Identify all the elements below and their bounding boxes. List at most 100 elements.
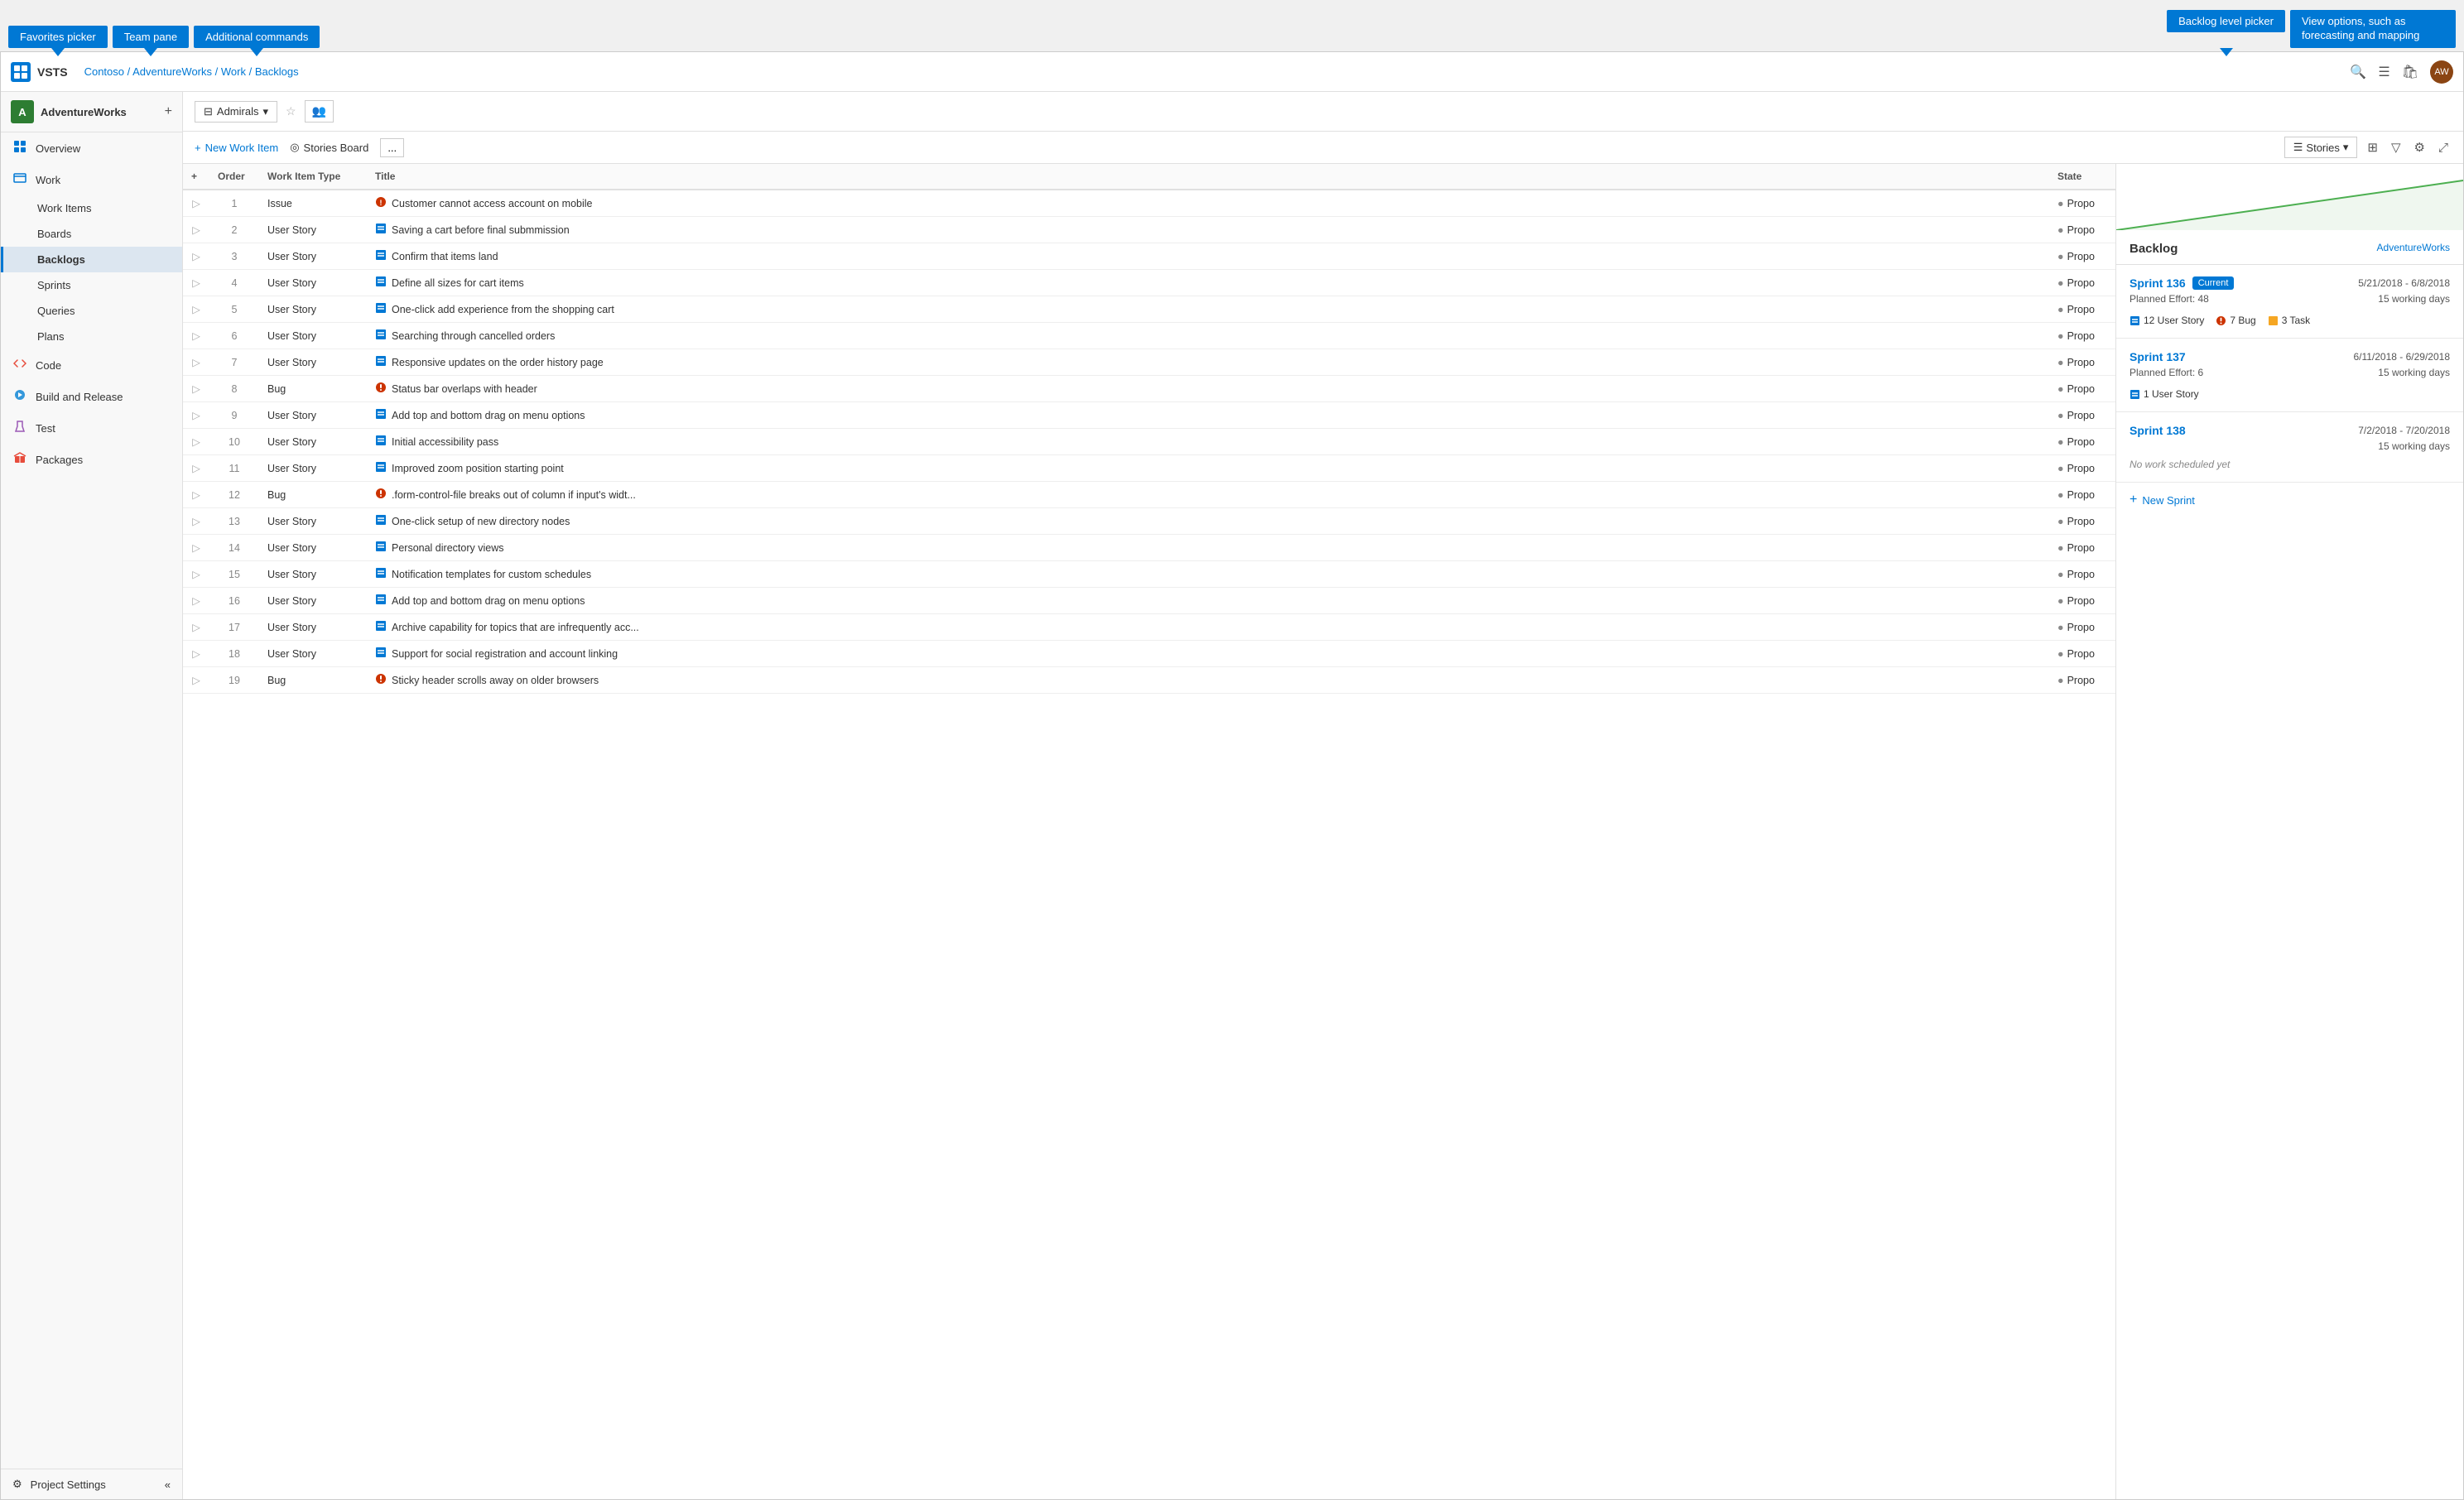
sidebar-item-code[interactable]: Code (1, 349, 182, 381)
expand-cell[interactable]: ▷ (183, 641, 209, 667)
table-row[interactable]: ▷8BugStatus bar overlaps with header●Pro… (183, 376, 2115, 402)
sprint-name[interactable]: Sprint 138 (2130, 424, 2186, 437)
stories-picker[interactable]: ☰ Stories ▾ (2284, 137, 2358, 158)
sidebar-item-queries[interactable]: Queries (1, 298, 182, 324)
title-cell[interactable]: Sticky header scrolls away on older brow… (367, 667, 2049, 694)
title-cell[interactable]: Add top and bottom drag on menu options (367, 588, 2049, 614)
view-options-icon[interactable]: ⊞ (2364, 137, 2381, 158)
expand-cell[interactable]: ▷ (183, 667, 209, 694)
view-options-button[interactable]: View options, such as forecasting and ma… (2290, 10, 2456, 48)
breadcrumb-contoso[interactable]: Contoso (84, 65, 124, 78)
expand-cell[interactable]: ▷ (183, 376, 209, 402)
backlog-level-picker-button[interactable]: Backlog level picker (2167, 10, 2285, 32)
table-row[interactable]: ▷2User StorySaving a cart before final s… (183, 217, 2115, 243)
more-button[interactable]: ... (380, 138, 404, 157)
team-pane-button[interactable]: Team pane (113, 26, 189, 48)
table-row[interactable]: ▷15User StoryNotification templates for … (183, 561, 2115, 588)
title-cell[interactable]: One-click add experience from the shoppi… (367, 296, 2049, 323)
sprint-item-count[interactable]: 1 User Story (2130, 388, 2199, 400)
favorites-picker-button[interactable]: Favorites picker (8, 26, 108, 48)
col-type[interactable]: Work Item Type (259, 164, 367, 190)
sidebar-item-test[interactable]: Test (1, 412, 182, 444)
sprint-item-count[interactable]: 3 Task (2268, 315, 2310, 326)
title-cell[interactable]: .form-control-file breaks out of column … (367, 482, 2049, 508)
table-row[interactable]: ▷9User StoryAdd top and bottom drag on m… (183, 402, 2115, 429)
add-project-icon[interactable]: + (165, 104, 172, 119)
sprint-name[interactable]: Sprint 137 (2130, 350, 2186, 363)
expand-cell[interactable]: ▷ (183, 588, 209, 614)
filter-icon[interactable]: ▽ (2388, 137, 2404, 158)
sidebar-item-sprints[interactable]: Sprints (1, 272, 182, 298)
table-row[interactable]: ▷11User StoryImproved zoom position star… (183, 455, 2115, 482)
new-work-item-button[interactable]: + New Work Item (195, 139, 278, 156)
expand-cell[interactable]: ▷ (183, 614, 209, 641)
expand-icon[interactable]: ⤢ (2435, 137, 2452, 158)
table-row[interactable]: ▷5User StoryOne-click add experience fro… (183, 296, 2115, 323)
breadcrumb-work[interactable]: Work (221, 65, 246, 78)
table-row[interactable]: ▷4User StoryDefine all sizes for cart it… (183, 270, 2115, 296)
additional-commands-button[interactable]: Additional commands (194, 26, 320, 48)
collapse-icon[interactable]: « (165, 1478, 171, 1491)
sidebar-item-plans[interactable]: Plans (1, 324, 182, 349)
expand-cell[interactable]: ▷ (183, 402, 209, 429)
expand-cell[interactable]: ▷ (183, 429, 209, 455)
expand-cell[interactable]: ▷ (183, 243, 209, 270)
list-icon[interactable]: ☰ (2378, 64, 2389, 80)
sidebar-item-build-release[interactable]: Build and Release (1, 381, 182, 412)
title-cell[interactable]: Archive capability for topics that are i… (367, 614, 2049, 641)
title-cell[interactable]: Improved zoom position starting point (367, 455, 2049, 482)
table-row[interactable]: ▷7User StoryResponsive updates on the or… (183, 349, 2115, 376)
title-cell[interactable]: Initial accessibility pass (367, 429, 2049, 455)
expand-cell[interactable]: ▷ (183, 270, 209, 296)
title-cell[interactable]: !Customer cannot access account on mobil… (367, 190, 2049, 217)
sprint-item-count[interactable]: 12 User Story (2130, 315, 2204, 326)
team-picker[interactable]: ⊟ Admirals ▾ (195, 101, 277, 123)
shopping-icon[interactable]: 🛍 (2402, 64, 2418, 80)
title-cell[interactable]: Status bar overlaps with header (367, 376, 2049, 402)
table-row[interactable]: ▷10User StoryInitial accessibility pass●… (183, 429, 2115, 455)
title-cell[interactable]: Notification templates for custom schedu… (367, 561, 2049, 588)
sidebar-item-work[interactable]: Work (1, 164, 182, 195)
title-cell[interactable]: Personal directory views (367, 535, 2049, 561)
table-row[interactable]: ▷12Bug.form-control-file breaks out of c… (183, 482, 2115, 508)
sidebar-item-work-items[interactable]: Work Items (1, 195, 182, 221)
expand-cell[interactable]: ▷ (183, 535, 209, 561)
team-members-button[interactable]: 👥 (305, 100, 334, 123)
breadcrumb-adventureworks[interactable]: AdventureWorks (132, 65, 212, 78)
table-row[interactable]: ▷19BugSticky header scrolls away on olde… (183, 667, 2115, 694)
sidebar-footer[interactable]: ⚙ Project Settings « (1, 1469, 182, 1499)
col-order[interactable]: Order (209, 164, 259, 190)
table-row[interactable]: ▷3User StoryConfirm that items land●Prop… (183, 243, 2115, 270)
new-sprint-button[interactable]: +New Sprint (2116, 483, 2463, 517)
expand-cell[interactable]: ▷ (183, 190, 209, 217)
title-cell[interactable]: Responsive updates on the order history … (367, 349, 2049, 376)
expand-cell[interactable]: ▷ (183, 482, 209, 508)
table-row[interactable]: ▷16User StoryAdd top and bottom drag on … (183, 588, 2115, 614)
favorite-star-icon[interactable]: ☆ (286, 104, 296, 118)
table-row[interactable]: ▷13User StoryOne-click setup of new dire… (183, 508, 2115, 535)
expand-cell[interactable]: ▷ (183, 508, 209, 535)
settings-gear-icon[interactable]: ⚙ (2411, 137, 2428, 158)
stories-board-button[interactable]: ◎ Stories Board (290, 138, 368, 156)
avatar[interactable]: AW (2430, 60, 2453, 84)
title-cell[interactable]: Add top and bottom drag on menu options (367, 402, 2049, 429)
col-state[interactable]: State (2049, 164, 2115, 190)
expand-cell[interactable]: ▷ (183, 323, 209, 349)
title-cell[interactable]: Confirm that items land (367, 243, 2049, 270)
sprint-item-count[interactable]: 7 Bug (2216, 315, 2255, 326)
table-row[interactable]: ▷14User StoryPersonal directory views●Pr… (183, 535, 2115, 561)
table-row[interactable]: ▷1Issue!Customer cannot access account o… (183, 190, 2115, 217)
col-title[interactable]: Title (367, 164, 2049, 190)
app-logo[interactable] (11, 62, 31, 82)
table-row[interactable]: ▷17User StoryArchive capability for topi… (183, 614, 2115, 641)
expand-cell[interactable]: ▷ (183, 561, 209, 588)
title-cell[interactable]: Saving a cart before final submmission (367, 217, 2049, 243)
table-row[interactable]: ▷6User StorySearching through cancelled … (183, 323, 2115, 349)
title-cell[interactable]: Support for social registration and acco… (367, 641, 2049, 667)
sprint-name[interactable]: Sprint 136 (2130, 276, 2186, 290)
sidebar-item-overview[interactable]: Overview (1, 132, 182, 164)
expand-cell[interactable]: ▷ (183, 296, 209, 323)
expand-cell[interactable]: ▷ (183, 349, 209, 376)
breadcrumb-backlogs[interactable]: Backlogs (255, 65, 299, 78)
search-icon[interactable]: 🔍 (2350, 64, 2366, 80)
